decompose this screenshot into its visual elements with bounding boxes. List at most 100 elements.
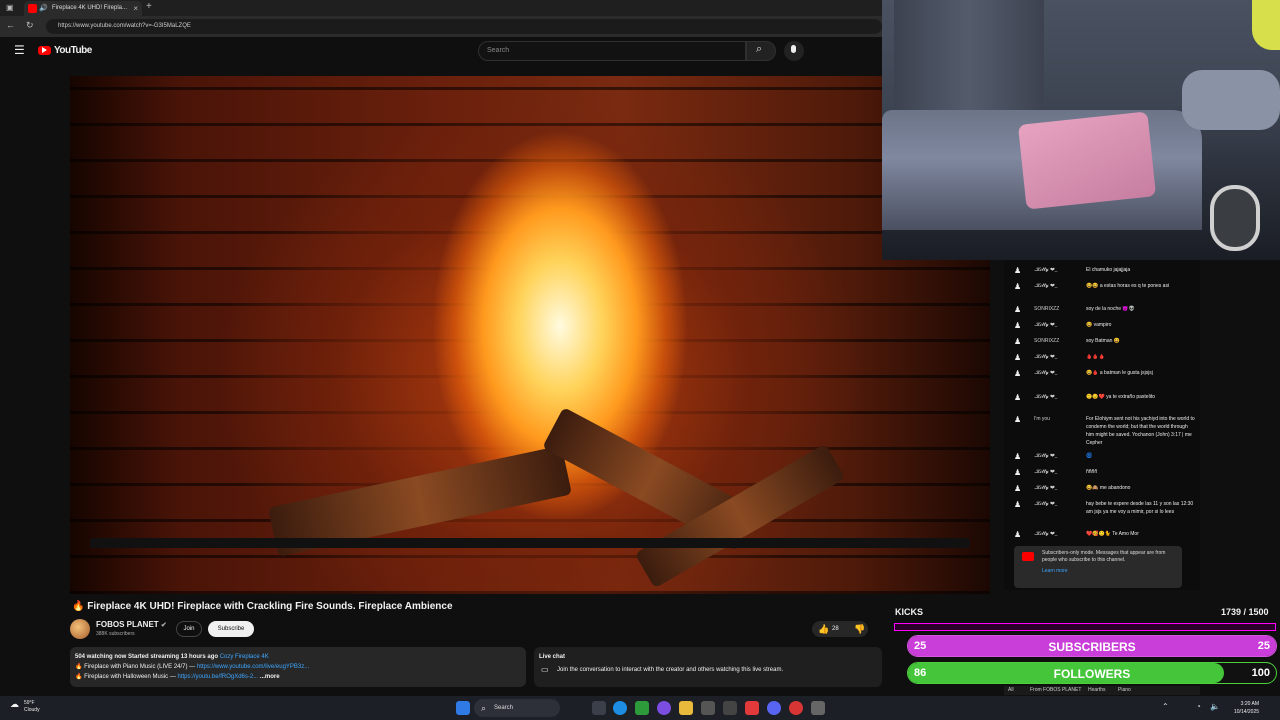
search-icon: ⌕: [481, 703, 487, 713]
user-avatar-icon: ♟: [1014, 353, 1022, 362]
chat-text: 🩸🩸🩸: [1086, 354, 1105, 360]
thumbs-up-icon[interactable]: 👍: [818, 621, 829, 637]
subscribers-target: 25: [1257, 640, 1270, 652]
new-tab-icon[interactable]: +: [146, 1, 152, 12]
browser-tab[interactable]: 🔊 Fireplace 4K UHD! Firepla... ×: [24, 1, 142, 16]
chrome-icon[interactable]: [789, 701, 803, 715]
url-bar[interactable]: https://www.youtube.com/watch?v=-G3I5MaL…: [46, 19, 882, 34]
description-box[interactable]: 504 watching now Started streaming 13 ho…: [70, 647, 526, 687]
hamburger-menu-icon[interactable]: ☰: [14, 43, 25, 57]
youtube-favicon-icon: [28, 4, 37, 13]
chat-username: .𝓚𝓲𝓽𝓽𝔂 ❤_: [1034, 501, 1058, 507]
show-more-link[interactable]: ...more: [260, 674, 280, 680]
subscribe-button[interactable]: Subscribe: [208, 621, 254, 637]
chat-username: .𝓚𝓲𝓽𝓽𝔂 ❤_: [1034, 394, 1058, 400]
subscribers-current: 25: [914, 640, 927, 652]
chat-filter-chip[interactable]: From FOBOS PLANET: [1030, 686, 1081, 695]
chat-bubble-icon: ▭: [541, 665, 549, 674]
chat-filter-chip[interactable]: Hearths: [1088, 686, 1106, 695]
description-line1-link[interactable]: https://www.youtube.com/live/eugYPB3z...: [197, 664, 309, 670]
chat-username: .𝓚𝓲𝓽𝓽𝔂 ❤_: [1034, 485, 1058, 491]
live-chat-panel[interactable]: Live chat ▭ Join the conversation to int…: [534, 647, 882, 687]
reload-icon[interactable]: ↻: [26, 20, 34, 31]
play-triangle-icon: [42, 47, 47, 53]
followers-goal-bar: FOLLOWERS 86 100: [907, 662, 1277, 684]
chat-text: 😆🩸 a batman le gusta jsjsjsj: [1086, 370, 1153, 376]
description-line: 🔥 Fireplace with Piano Music (LIVE 24/7)…: [75, 662, 521, 672]
chat-text: 😆 vampiro: [1086, 322, 1112, 328]
chat-username: .𝓚𝓲𝓽𝓽𝔂 ❤_: [1034, 453, 1058, 459]
user-avatar-icon: ♟: [1014, 484, 1022, 493]
description-tag[interactable]: Cozy Fireplace 4K: [220, 654, 269, 660]
copilot-icon[interactable]: [657, 701, 671, 715]
task-view-icon[interactable]: [592, 701, 606, 715]
weather-icon[interactable]: ☁: [10, 699, 19, 710]
notice-text: Subscribers-only mode. Messages that app…: [1042, 550, 1166, 563]
xbox-icon[interactable]: [635, 701, 649, 715]
followers-current: 86: [914, 667, 927, 679]
channel-name[interactable]: FOBOS PLANET ✔: [96, 620, 167, 629]
start-menu-icon[interactable]: [456, 701, 470, 715]
weather-temp: 59°F: [24, 700, 35, 706]
chat-filter-chip[interactable]: All: [1008, 686, 1014, 695]
close-tab-icon[interactable]: ×: [133, 1, 138, 16]
search-button[interactable]: ⌕: [746, 41, 776, 61]
edge-browser-icon[interactable]: [613, 701, 627, 715]
video-player[interactable]: [70, 76, 990, 594]
user-avatar-icon: ♟: [1014, 468, 1022, 477]
discord-icon[interactable]: [767, 701, 781, 715]
description-meta-line: 504 watching now Started streaming 13 ho…: [75, 652, 521, 662]
user-avatar-icon: ♟: [1014, 500, 1022, 509]
thumbs-down-icon[interactable]: 👎: [854, 621, 865, 637]
youtube-logo-text[interactable]: YouTube: [54, 45, 92, 56]
microphone-icon: [791, 45, 796, 53]
taskbar-search-label: Search: [494, 705, 514, 711]
channel-avatar[interactable]: [70, 619, 90, 639]
chat-text: soy Batman 😆: [1086, 338, 1121, 344]
notepad-icon[interactable]: [723, 701, 737, 715]
terminal-icon[interactable]: [701, 701, 715, 715]
webcam-feed: [882, 0, 1280, 260]
search-icon: ⌕: [756, 43, 763, 55]
tab-title: Fireplace 4K UHD! Firepla...: [52, 5, 128, 11]
tab-actions-icon[interactable]: ▣: [6, 3, 14, 12]
join-button[interactable]: Join: [176, 621, 202, 637]
chat-filter-chip[interactable]: Piano: [1118, 686, 1131, 695]
description-line2-link[interactable]: https://youtu.be/fROgXd6s-2...: [178, 674, 259, 680]
system-clock[interactable]: 3:20 AM 10/14/2025: [1234, 700, 1259, 716]
youtube-badge-icon: [1022, 552, 1034, 561]
chat-username: .𝓚𝓲𝓽𝓽𝔂 ❤_: [1034, 469, 1058, 475]
live-chat-title: Live chat: [539, 654, 566, 660]
media-app-icon[interactable]: [745, 701, 759, 715]
user-avatar-icon: ♟: [1014, 415, 1022, 424]
live-chat-prompt-row: ▭ Join the conversation to interact with…: [539, 665, 877, 675]
chat-username: .𝓚𝓲𝓽𝓽𝔂 ❤_: [1034, 322, 1058, 328]
volume-icon[interactable]: 🔈: [1210, 702, 1220, 711]
closet-door: [894, 0, 1044, 110]
chat-text: ññññ: [1086, 469, 1098, 475]
taskbar-search[interactable]: ⌕ Search: [474, 699, 560, 717]
obs-icon[interactable]: [811, 701, 825, 715]
subscriber-count: 388K subscribers: [96, 631, 135, 637]
user-avatar-icon: ♟: [1014, 305, 1022, 314]
weather-widget[interactable]: 59°F Cloudy: [24, 700, 40, 714]
clock-date: 10/14/2025: [1234, 709, 1260, 715]
search-input[interactable]: Search: [478, 41, 746, 61]
speaker-icon[interactable]: 🔊: [39, 1, 48, 16]
subscribers-goal-bar: SUBSCRIBERS 25 25: [907, 635, 1277, 657]
learn-more-link[interactable]: Learn more: [1042, 568, 1178, 575]
chat-username: .𝓚𝓲𝓽𝓽𝔂 ❤_: [1034, 283, 1058, 289]
voice-search-button[interactable]: [784, 41, 804, 61]
followers-target: 100: [1251, 667, 1270, 679]
file-explorer-icon[interactable]: [679, 701, 693, 715]
user-avatar-icon: ♟: [1014, 337, 1022, 346]
wifi-icon[interactable]: ◔: [1196, 702, 1201, 711]
user-avatar-icon: ♟: [1014, 393, 1022, 402]
pillow: [1182, 70, 1280, 130]
video-title: 🔥 Fireplace 4K UHD! Fireplace with Crack…: [72, 601, 453, 612]
back-arrow-icon[interactable]: ←: [6, 20, 15, 30]
fireplace-grate: [90, 538, 970, 548]
tray-chevron-icon[interactable]: ⌃: [1162, 702, 1169, 711]
headphones: [1210, 185, 1260, 251]
chat-text: For Elohiym sent not his yachiyd into th…: [1086, 416, 1195, 446]
